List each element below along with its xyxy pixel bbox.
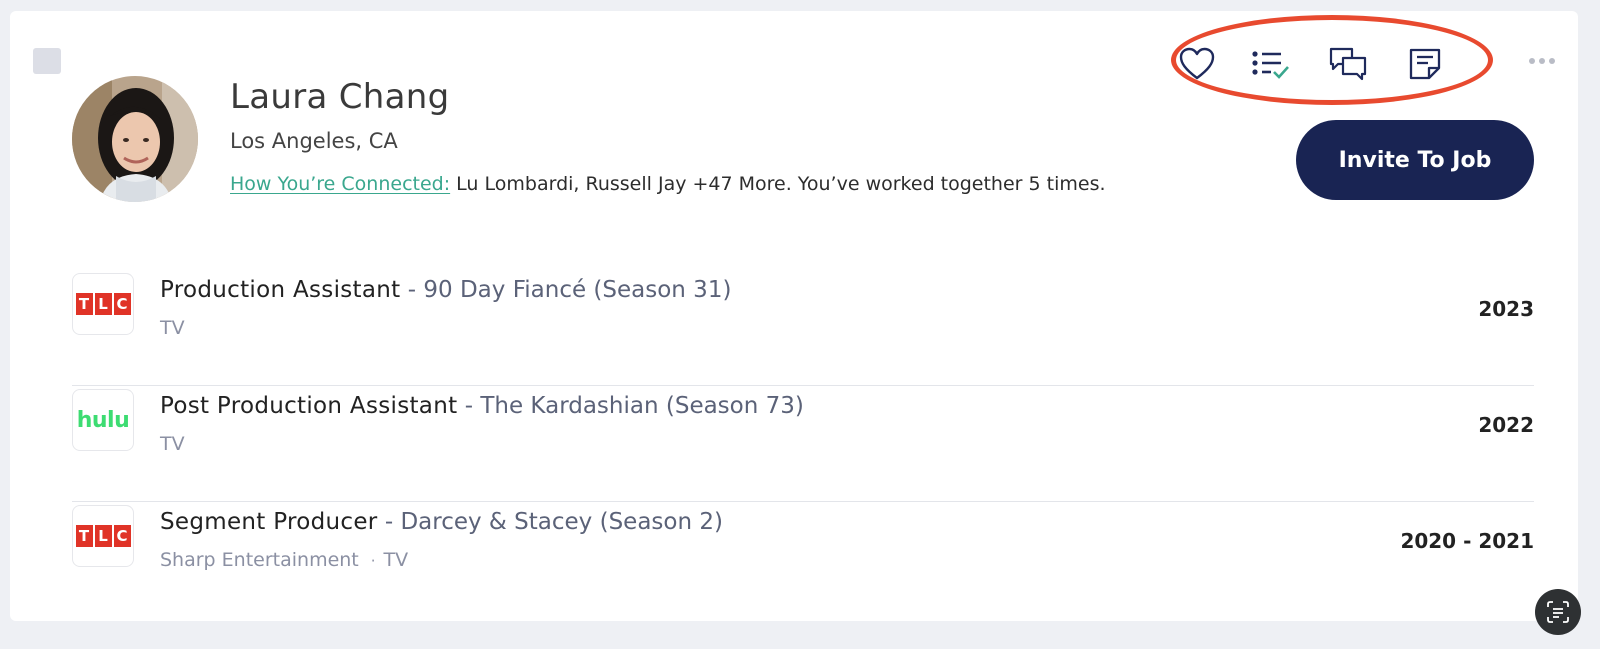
job-years: 2022: [1478, 413, 1534, 437]
more-dots-icon[interactable]: [1522, 47, 1562, 75]
profile-name: Laura Chang: [230, 77, 450, 117]
job-meta: Sharp Entertainment · TV: [160, 549, 408, 571]
job-type: TV: [160, 433, 185, 455]
separator-dot: ·: [370, 552, 376, 570]
job-title: Production Assistant: [160, 277, 401, 303]
job-title: Segment Producer: [160, 509, 378, 535]
avatar: [72, 76, 198, 202]
job-type: TV: [383, 549, 409, 571]
checklist-icon[interactable]: [1248, 41, 1294, 87]
job-years: 2020 - 2021: [1400, 529, 1534, 553]
heart-icon[interactable]: [1174, 41, 1220, 87]
connection-text: Lu Lombardi, Russell Jay +47 More. You’v…: [456, 173, 1106, 195]
job-row[interactable]: hulu Post Production Assistant - The Kar…: [72, 385, 1534, 502]
tlc-logo: TLC: [72, 273, 134, 335]
job-row[interactable]: TLC Segment Producer - Darcey & Stacey (…: [72, 501, 1534, 617]
profile-location: Los Angeles, CA: [230, 129, 398, 153]
job-type: TV: [160, 317, 185, 339]
job-show: - 90 Day Fiancé (Season 31): [407, 277, 732, 303]
select-checkbox[interactable]: [33, 48, 61, 74]
chat-bubbles-icon[interactable]: [1325, 41, 1371, 87]
avatar-photo: [72, 76, 198, 202]
tlc-logo: TLC: [72, 505, 134, 567]
connection-info: How You’re Connected: Lu Lombardi, Russe…: [230, 173, 1106, 195]
job-show: - Darcey & Stacey (Season 2): [384, 509, 723, 535]
note-icon[interactable]: [1402, 41, 1448, 87]
hulu-logo: hulu: [72, 389, 134, 451]
job-years: 2023: [1478, 297, 1534, 321]
action-toolbar: [1170, 39, 1470, 89]
how-connected-link[interactable]: How You’re Connected:: [230, 173, 450, 195]
job-company: Sharp Entertainment: [160, 549, 359, 571]
invite-to-job-button[interactable]: Invite To Job: [1296, 120, 1534, 200]
job-row[interactable]: TLC Production Assistant - 90 Day Fiancé…: [72, 269, 1534, 386]
scan-text-icon[interactable]: [1535, 589, 1581, 635]
profile-card: Laura Chang Los Angeles, CA How You’re C…: [10, 11, 1578, 621]
job-show: - The Kardashian (Season 73): [464, 393, 804, 419]
job-title: Post Production Assistant: [160, 393, 458, 419]
